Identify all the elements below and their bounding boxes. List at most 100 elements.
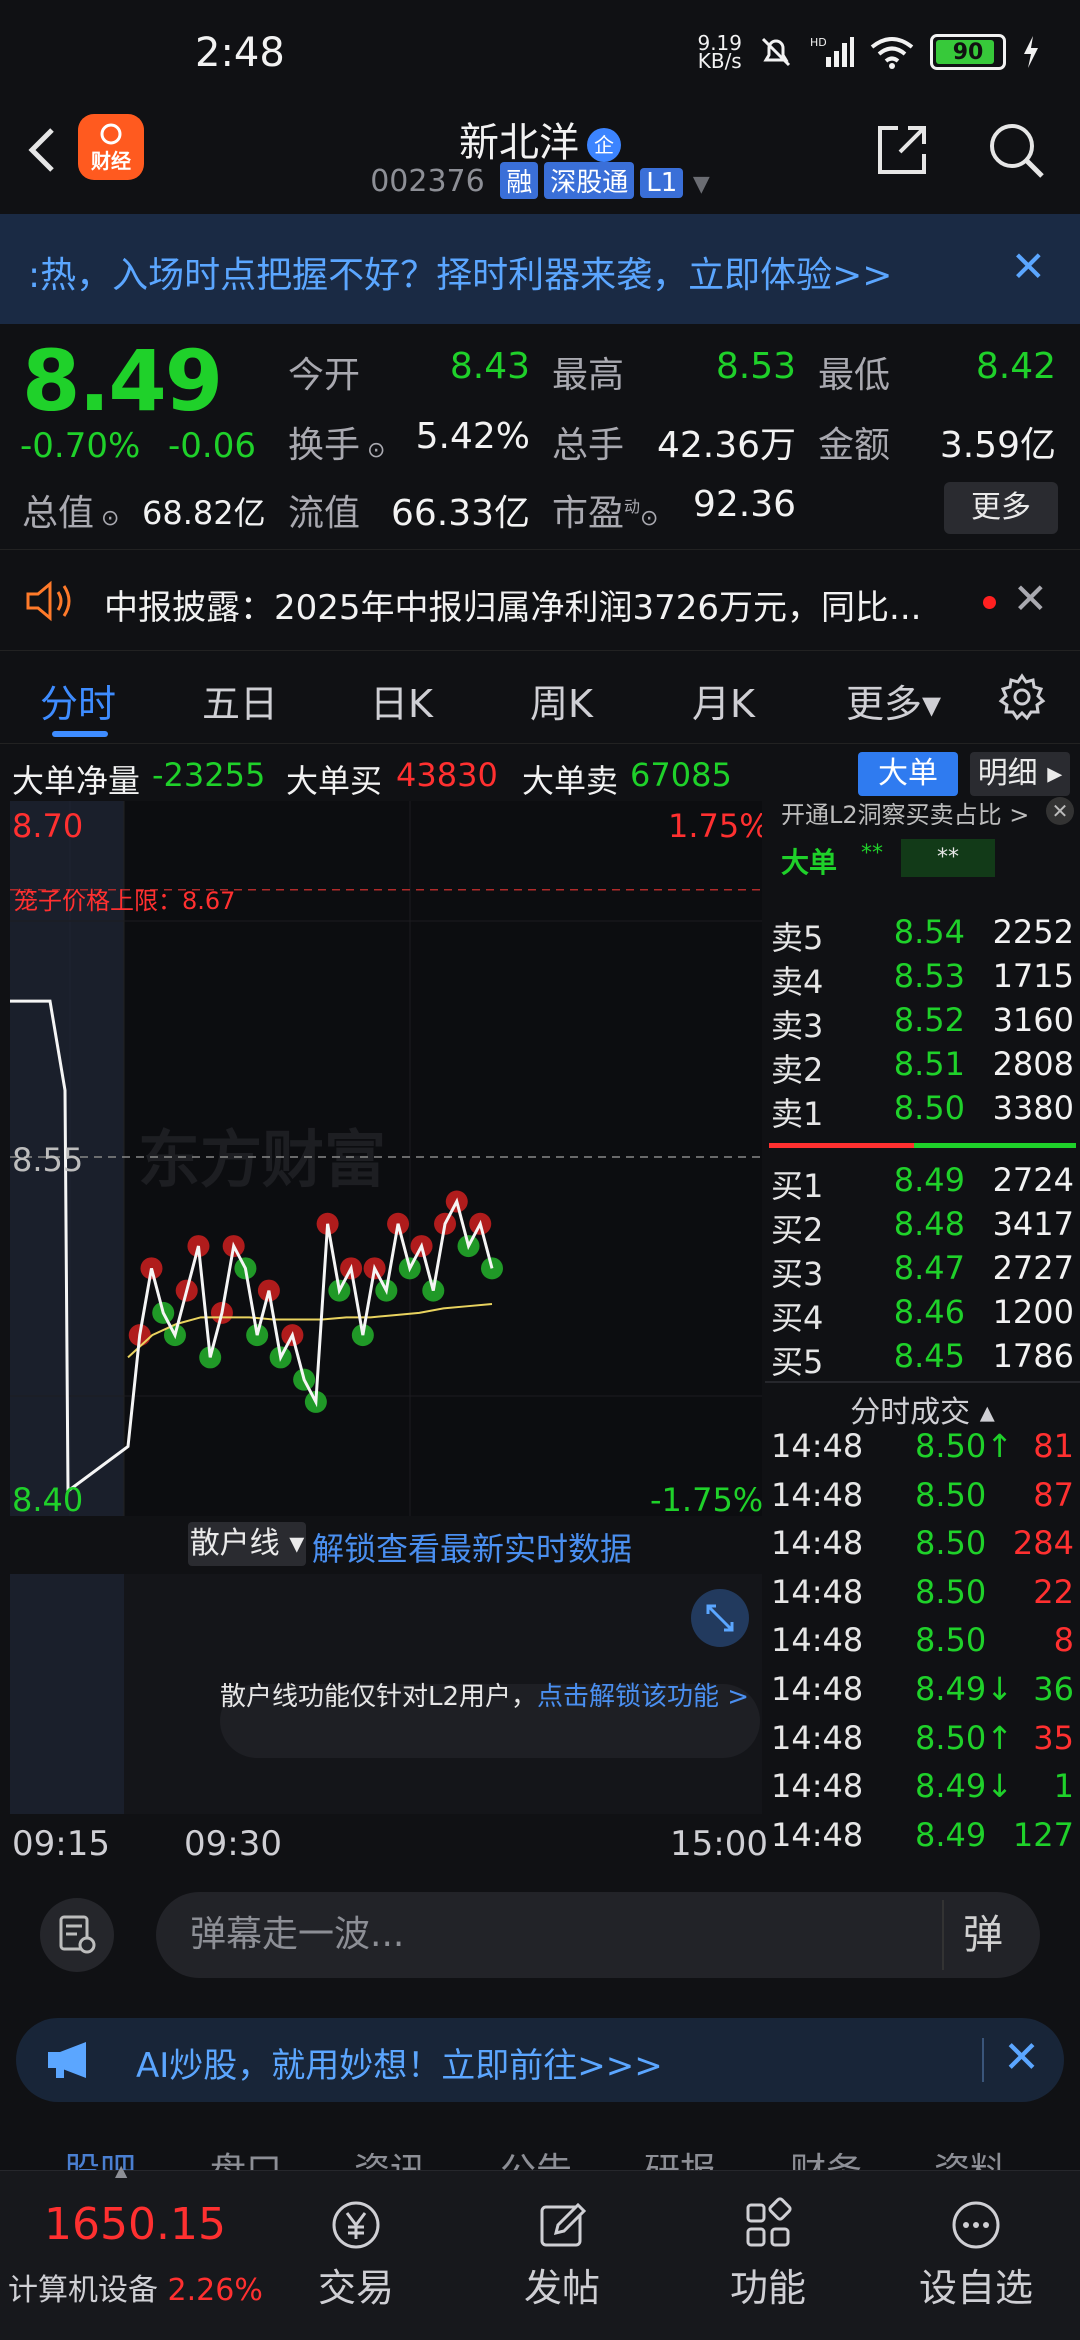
- close-icon[interactable]: ✕: [1011, 242, 1046, 291]
- ask-row-2[interactable]: 卖2 8.51 2808: [765, 1045, 1080, 1089]
- trade-price: 8.50: [915, 1572, 987, 1611]
- low-value: 8.42: [975, 346, 1056, 387]
- ai-banner-text[interactable]: AI炒股，就用妙想！立即前往>>>: [136, 2038, 663, 2087]
- detail-button[interactable]: 明细 ▸: [970, 752, 1070, 796]
- watermark: 东方财富: [138, 1123, 386, 1196]
- trade-volume: 81: [1033, 1427, 1074, 1465]
- sector-index-price[interactable]: 1650.15: [44, 2199, 226, 2250]
- bid-row-2[interactable]: 买2 8.48 3417: [765, 1205, 1080, 1249]
- notice-text[interactable]: 中报披露：2025年中报归属净利润3726万元，同比...: [104, 580, 921, 629]
- big-buy-label: 大单买: [286, 762, 383, 800]
- nav-post[interactable]: 发帖: [492, 2197, 632, 2312]
- trade-price: 8.49↓: [915, 1767, 1014, 1806]
- ask-row-4[interactable]: 卖4 8.53 1715: [765, 957, 1080, 1001]
- retail-line-panel[interactable]: 散户线功能仅针对L2用户，点击解锁该功能 >: [10, 1574, 762, 1814]
- close-icon[interactable]: ✕: [1013, 574, 1048, 623]
- intraday-chart-svg[interactable]: 东方财富 8.70 1.75% 笼子价格上限：8.67 8.55 8.40 -1…: [10, 801, 762, 1516]
- expand-icon[interactable]: [690, 1588, 750, 1648]
- trade-row: 14:48 8.50↑ 81: [765, 1427, 1080, 1475]
- charging-icon: [1024, 36, 1038, 68]
- edit-icon: [540, 2202, 587, 2247]
- tab-intraday[interactable]: 分时: [40, 673, 116, 728]
- order-book: 开通L2洞察买卖占比 > ✕ 大单 ** ** 卖5 8.54 2252 卖4 8.5…: [765, 797, 1080, 1381]
- trade-price: 8.50↑: [915, 1427, 1014, 1465]
- promo-banner[interactable]: :热，入场时点把握不好？择时利器来袭，立即体验>> ✕: [0, 214, 1080, 324]
- trade-time: 14:48: [771, 1475, 864, 1514]
- comment-settings-icon[interactable]: [40, 1898, 114, 1972]
- signal-icon: HD: [810, 36, 854, 67]
- trades-title[interactable]: 分时成交 ▴: [765, 1387, 1080, 1431]
- subtab-announce[interactable]: 公告: [500, 2142, 572, 2170]
- nav-functions[interactable]: 功能: [698, 2197, 838, 2312]
- quote-panel: 8.49 -0.70% -0.06 今开 8.43 最高 8.53 最低 8.4…: [0, 324, 1080, 549]
- trade-time: 14:48: [771, 1621, 864, 1660]
- l2-big-masked: **: [861, 841, 883, 866]
- trade-volume: 87: [1033, 1475, 1074, 1514]
- amount-value: 3.59亿: [939, 425, 1056, 466]
- promo-text[interactable]: :热，入场时点把握不好？择时利器来袭，立即体验>>: [28, 246, 892, 298]
- big-order-button[interactable]: 大单: [858, 752, 958, 796]
- bid-row-3[interactable]: 买3 8.47 2727: [765, 1249, 1080, 1293]
- trade-row: 14:48 8.50 22: [765, 1573, 1080, 1621]
- subtab-book[interactable]: 盘口: [210, 2142, 282, 2170]
- gear-icon[interactable]: [998, 673, 1046, 721]
- volume-label: 总手: [552, 425, 625, 466]
- tab-daily-k[interactable]: 日K: [370, 673, 433, 728]
- subtab-research[interactable]: 研报: [644, 2142, 716, 2170]
- unlock-link[interactable]: 解锁查看最新实时数据: [312, 1524, 632, 1570]
- divider: [982, 2038, 984, 2082]
- time-axis: 09:15 09:30 15:00: [0, 1814, 768, 1870]
- intraday-chart[interactable]: 东方财富 8.70 1.75% 笼子价格上限：8.67 8.55 8.40 -1…: [10, 801, 762, 1516]
- tab-weekly-k[interactable]: 周K: [530, 673, 593, 728]
- ai-banner[interactable]: AI炒股，就用妙想！立即前往>>> ✕: [16, 2018, 1064, 2102]
- pct-top-label: 1.75%: [668, 807, 762, 845]
- trade-price: 8.49↓: [915, 1670, 1014, 1708]
- search-icon[interactable]: [986, 120, 1046, 180]
- chart-tabs: 分时 五日 日K 周K 月K 更多▾: [0, 651, 1080, 743]
- divider: [765, 1381, 1080, 1383]
- retail-unlock-link[interactable]: 点击解锁该功能 >: [537, 1682, 749, 1712]
- speaker-icon: [26, 580, 71, 622]
- bell-muted-icon: [761, 37, 791, 67]
- close-icon[interactable]: ✕: [1003, 2032, 1040, 2083]
- last-price: 8.49: [22, 332, 223, 430]
- subtab-news[interactable]: 资讯: [354, 2142, 426, 2170]
- sector-index[interactable]: 计算机设备 2.26%: [8, 2265, 263, 2309]
- wifi-icon: [870, 37, 914, 69]
- price-bottom-label: 8.40: [12, 1481, 83, 1516]
- retail-line-bar: 散户线 ▾ 解锁查看最新实时数据: [0, 1516, 765, 1574]
- time-open: 09:30: [184, 1824, 282, 1864]
- bid-row-5[interactable]: 买5 8.45 1786: [765, 1337, 1080, 1381]
- trade-volume: 284: [1012, 1524, 1074, 1563]
- tab-more[interactable]: 更多▾: [846, 673, 941, 728]
- trade-volume: 1: [1053, 1767, 1074, 1806]
- ask-row-3[interactable]: 卖3 8.52 3160: [765, 1001, 1080, 1045]
- danmaku-input[interactable]: 弹幕走一波...: [156, 1892, 1040, 1978]
- pe-value: 92.36: [692, 484, 796, 525]
- caret-up-icon: ▲: [115, 2161, 128, 2180]
- more-button[interactable]: 更多: [944, 482, 1058, 534]
- trade-time: 14:48: [771, 1572, 864, 1611]
- share-icon[interactable]: [874, 122, 930, 178]
- notice-bar[interactable]: 中报披露：2025年中报归属净利润3726万元，同比... ✕: [0, 549, 1080, 651]
- active-tab-indicator: [52, 731, 108, 737]
- open-value: 8.43: [449, 346, 530, 387]
- bid-row-1[interactable]: 买1 8.49 2724: [765, 1161, 1080, 1205]
- close-icon[interactable]: ✕: [1046, 797, 1074, 825]
- retail-line-dropdown[interactable]: 散户线 ▾: [188, 1522, 306, 1566]
- bid-row-4[interactable]: 买4 8.46 1200: [765, 1293, 1080, 1337]
- tab-five-day[interactable]: 五日: [202, 673, 278, 728]
- l2-hint[interactable]: 开通L2洞察买卖占比 >: [781, 795, 1036, 825]
- nav-watchlist[interactable]: 设自选: [906, 2197, 1046, 2312]
- ask-row-1[interactable]: 卖1 8.50 3380: [765, 1089, 1080, 1133]
- trade-time: 14:48: [771, 1427, 864, 1465]
- subtab-finance[interactable]: 财务: [790, 2142, 862, 2170]
- open-label: 今开: [288, 355, 361, 396]
- more-dots-icon: [952, 2201, 1000, 2249]
- subtab-profile[interactable]: 资料: [934, 2142, 1006, 2170]
- danmaku-toggle[interactable]: 弹: [942, 1900, 1022, 1970]
- info-subtabs: 股吧 盘口 资讯 公告 研报 财务 资料: [0, 2120, 1080, 2170]
- tab-monthly-k[interactable]: 月K: [692, 673, 755, 728]
- nav-trade[interactable]: 交易: [286, 2197, 426, 2312]
- ask-row-5[interactable]: 卖5 8.54 2252: [765, 913, 1080, 957]
